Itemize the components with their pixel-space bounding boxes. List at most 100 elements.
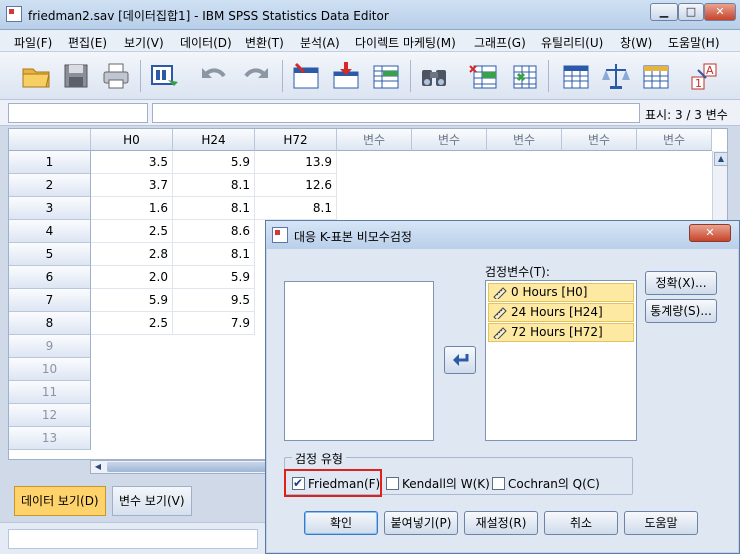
save-icon[interactable] bbox=[60, 60, 92, 92]
reset-button[interactable]: 재설정(R) bbox=[464, 511, 538, 535]
close-button[interactable]: ✕ bbox=[704, 3, 736, 21]
grid-cell[interactable]: 3.7 bbox=[91, 174, 173, 197]
scroll-thumb[interactable] bbox=[107, 462, 267, 472]
row-header[interactable]: 4 bbox=[9, 220, 91, 243]
split-file-icon[interactable] bbox=[560, 60, 592, 92]
minimize-button[interactable]: ▁ bbox=[650, 3, 678, 21]
print-icon[interactable] bbox=[100, 60, 132, 92]
row-header[interactable]: 13 bbox=[9, 427, 91, 450]
grid-cell[interactable]: 8.6 bbox=[173, 220, 255, 243]
menu-utilities[interactable]: 유틸리티(U) bbox=[541, 34, 603, 51]
column-header-empty[interactable]: 변수 bbox=[487, 129, 562, 151]
row-header[interactable]: 5 bbox=[9, 243, 91, 266]
cochran-q-checkbox[interactable]: Cochran의 Q(C) bbox=[492, 476, 600, 492]
tab-data-view[interactable]: 데이터 보기(D) bbox=[14, 486, 106, 516]
grid-cell[interactable]: 9.5 bbox=[173, 289, 255, 312]
row-header[interactable]: 6 bbox=[9, 266, 91, 289]
menu-graphs[interactable]: 그래프(G) bbox=[474, 34, 526, 51]
menu-help[interactable]: 도움말(H) bbox=[668, 34, 720, 51]
menu-data[interactable]: 데이터(D) bbox=[180, 34, 232, 51]
checkbox-checked-icon bbox=[292, 475, 305, 491]
menu-analyze[interactable]: 분석(A) bbox=[300, 34, 340, 51]
undo-icon[interactable] bbox=[198, 60, 230, 92]
select-cases-icon[interactable] bbox=[640, 60, 672, 92]
grid-cell[interactable]: 2.8 bbox=[91, 243, 173, 266]
help-button[interactable]: 도움말 bbox=[624, 511, 698, 535]
insert-cases-icon[interactable] bbox=[468, 60, 500, 92]
source-variable-list[interactable] bbox=[284, 281, 434, 441]
grid-cell[interactable]: 12.6 bbox=[255, 174, 337, 197]
cell-name-box[interactable] bbox=[8, 103, 148, 123]
goto-case-icon[interactable] bbox=[290, 60, 322, 92]
row-header[interactable]: 1 bbox=[9, 151, 91, 174]
status-field bbox=[8, 529, 258, 549]
menu-transform[interactable]: 변환(T) bbox=[245, 34, 284, 51]
view-tabs: 데이터 보기(D) 변수 보기(V) bbox=[8, 478, 268, 520]
insert-variable-icon[interactable] bbox=[508, 60, 540, 92]
move-variable-button[interactable] bbox=[444, 346, 476, 374]
variables-icon[interactable] bbox=[370, 60, 402, 92]
dialog-title: 대응 K-표본 비모수검정 bbox=[294, 230, 412, 244]
column-header-h24[interactable]: H24 bbox=[173, 129, 255, 151]
column-header-h72[interactable]: H72 bbox=[255, 129, 337, 151]
grid-cell[interactable]: 8.1 bbox=[173, 174, 255, 197]
scroll-up-icon[interactable]: ▲ bbox=[714, 152, 727, 166]
weight-cases-icon[interactable] bbox=[600, 60, 632, 92]
grid-cell[interactable]: 1.6 bbox=[91, 197, 173, 220]
list-item[interactable]: 24 Hours [H24] bbox=[488, 303, 634, 322]
grid-cell[interactable]: 5.9 bbox=[173, 151, 255, 174]
maximize-button[interactable]: □ bbox=[678, 3, 704, 21]
grid-cell[interactable]: 2.5 bbox=[91, 312, 173, 335]
dialog-recall-icon[interactable] bbox=[148, 60, 180, 92]
menu-direct-marketing[interactable]: 다이렉트 마케팅(M) bbox=[355, 34, 456, 51]
list-item[interactable]: 72 Hours [H72] bbox=[488, 323, 634, 342]
menu-file[interactable]: 파일(F) bbox=[14, 34, 52, 51]
grid-cell[interactable]: 7.9 bbox=[173, 312, 255, 335]
column-header-empty[interactable]: 변수 bbox=[562, 129, 637, 151]
ok-button[interactable]: 확인 bbox=[304, 511, 378, 535]
list-item[interactable]: 0 Hours [H0] bbox=[488, 283, 634, 302]
statistics-button[interactable]: 통계량(S)... bbox=[645, 299, 717, 323]
grid-cell[interactable]: 3.5 bbox=[91, 151, 173, 174]
grid-cell[interactable]: 8.1 bbox=[173, 197, 255, 220]
column-header-h0[interactable]: H0 bbox=[91, 129, 173, 151]
friedman-checkbox[interactable]: Friedman(F) bbox=[292, 475, 380, 492]
row-header[interactable]: 9 bbox=[9, 335, 91, 358]
row-header[interactable]: 10 bbox=[9, 358, 91, 381]
value-labels-icon[interactable]: A1 bbox=[688, 60, 720, 92]
open-folder-icon[interactable] bbox=[20, 60, 52, 92]
row-header[interactable]: 12 bbox=[9, 404, 91, 427]
cancel-button[interactable]: 취소 bbox=[544, 511, 618, 535]
column-header-empty[interactable]: 변수 bbox=[637, 129, 712, 151]
column-header-empty[interactable]: 변수 bbox=[412, 129, 487, 151]
grid-cell[interactable]: 5.9 bbox=[173, 266, 255, 289]
paste-button[interactable]: 붙여넣기(P) bbox=[384, 511, 458, 535]
horizontal-scrollbar[interactable]: ◀ bbox=[90, 460, 270, 474]
cell-value-box[interactable] bbox=[152, 103, 640, 123]
tab-variable-view[interactable]: 변수 보기(V) bbox=[112, 486, 192, 516]
grid-cell[interactable]: 13.9 bbox=[255, 151, 337, 174]
grid-cell[interactable]: 8.1 bbox=[255, 197, 337, 220]
menu-edit[interactable]: 편집(E) bbox=[68, 34, 107, 51]
grid-cell[interactable]: 2.0 bbox=[91, 266, 173, 289]
goto-variable-icon[interactable] bbox=[330, 60, 362, 92]
exact-button[interactable]: 정확(X)... bbox=[645, 271, 717, 295]
menu-view[interactable]: 보기(V) bbox=[124, 34, 164, 51]
grid-cell[interactable]: 5.9 bbox=[91, 289, 173, 312]
grid-corner bbox=[9, 129, 91, 151]
test-variables-list[interactable]: 0 Hours [H0] 24 Hours [H24] 72 Hours [H7… bbox=[485, 280, 637, 441]
grid-cell[interactable]: 2.5 bbox=[91, 220, 173, 243]
dialog-close-button[interactable]: ✕ bbox=[689, 224, 731, 242]
redo-icon[interactable] bbox=[240, 60, 272, 92]
row-header[interactable]: 3 bbox=[9, 197, 91, 220]
menu-window[interactable]: 창(W) bbox=[620, 34, 652, 51]
row-header[interactable]: 8 bbox=[9, 312, 91, 335]
row-header[interactable]: 2 bbox=[9, 174, 91, 197]
kendall-w-checkbox[interactable]: Kendall의 W(K) bbox=[386, 476, 490, 492]
column-header-empty[interactable]: 변수 bbox=[337, 129, 412, 151]
row-header[interactable]: 7 bbox=[9, 289, 91, 312]
scroll-left-icon[interactable]: ◀ bbox=[91, 461, 105, 473]
grid-cell[interactable]: 8.1 bbox=[173, 243, 255, 266]
row-header[interactable]: 11 bbox=[9, 381, 91, 404]
find-icon[interactable] bbox=[418, 60, 450, 92]
